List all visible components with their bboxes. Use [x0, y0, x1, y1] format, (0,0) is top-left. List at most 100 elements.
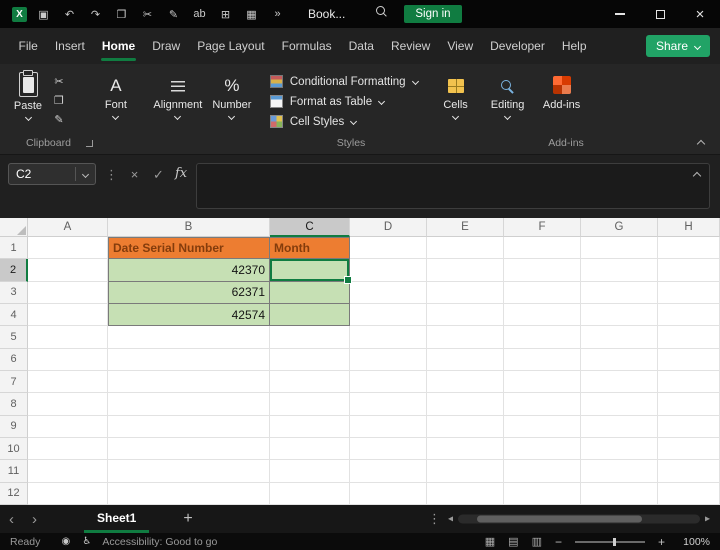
cut-icon[interactable]: ✂	[141, 8, 154, 21]
formula-input[interactable]	[196, 163, 710, 209]
cell-F12[interactable]	[504, 482, 581, 505]
cell-H5[interactable]	[658, 326, 720, 349]
cell-C11[interactable]	[270, 460, 350, 483]
menu-review[interactable]: Review	[382, 28, 438, 64]
cell-F6[interactable]	[504, 348, 581, 371]
cell-D12[interactable]	[350, 482, 427, 505]
next-sheet-icon[interactable]: ›	[23, 511, 46, 528]
cell-styles-button[interactable]: Cell Styles	[269, 115, 418, 128]
cell-H3[interactable]	[658, 281, 720, 304]
cell-F10[interactable]	[504, 437, 581, 461]
page-layout-view-icon[interactable]: ▤	[508, 535, 518, 548]
column-header-F[interactable]: F	[504, 218, 581, 237]
cell-D11[interactable]	[350, 460, 427, 483]
font-group-button[interactable]: A Font	[90, 72, 142, 121]
row-header-1[interactable]: 1	[0, 237, 28, 260]
zoom-in-button[interactable]: +	[658, 535, 665, 549]
excel-logo-icon[interactable]: X	[12, 6, 27, 22]
cell-D5[interactable]	[350, 326, 427, 349]
zoom-out-button[interactable]: −	[555, 535, 562, 549]
menu-home[interactable]: Home	[93, 28, 143, 64]
cell-E7[interactable]	[427, 370, 504, 394]
cell-A3[interactable]	[28, 281, 108, 304]
cell-C6[interactable]	[270, 348, 350, 371]
cell-A6[interactable]	[28, 348, 108, 371]
cell-E12[interactable]	[427, 482, 504, 505]
normal-view-icon[interactable]: ▦	[485, 535, 495, 548]
cell-A4[interactable]	[28, 303, 108, 327]
cell-H12[interactable]	[658, 482, 720, 505]
search-icon[interactable]	[375, 5, 388, 23]
menu-insert[interactable]: Insert	[46, 28, 93, 64]
collapse-ribbon-icon[interactable]	[696, 139, 706, 149]
cell-A11[interactable]	[28, 460, 108, 483]
more-commands-icon[interactable]: »	[271, 8, 284, 20]
zoom-slider[interactable]	[574, 537, 645, 546]
cell-D2[interactable]	[350, 259, 427, 282]
cell-E10[interactable]	[427, 437, 504, 461]
underline-icon[interactable]: ab	[193, 8, 206, 20]
sheet-options-icon[interactable]: ⋮	[428, 511, 441, 527]
zoom-slider-thumb[interactable]	[613, 537, 617, 546]
accessibility-icon[interactable]: ♿	[80, 536, 93, 547]
cell-C9[interactable]	[270, 415, 350, 438]
menu-developer[interactable]: Developer	[482, 28, 554, 64]
cell-C5[interactable]	[270, 326, 350, 349]
cell-B4[interactable]: 42574	[108, 303, 270, 327]
name-box[interactable]: C2	[8, 163, 96, 185]
cell-C8[interactable]	[270, 393, 350, 416]
row-header-11[interactable]: 11	[0, 460, 28, 483]
cell-G4[interactable]	[581, 303, 658, 327]
conditional-formatting-button[interactable]: Conditional Formatting	[269, 75, 419, 88]
borders-icon[interactable]: ⊞	[219, 8, 232, 21]
cell-A8[interactable]	[28, 393, 108, 416]
cell-C12[interactable]	[270, 482, 350, 505]
column-header-D[interactable]: D	[350, 218, 427, 237]
cell-E11[interactable]	[427, 460, 504, 483]
cell-E1[interactable]	[427, 237, 504, 260]
cell-D10[interactable]	[350, 437, 427, 461]
cell-E8[interactable]	[427, 393, 504, 416]
cell-F2[interactable]	[504, 259, 581, 282]
format-as-table-button[interactable]: Format as Table	[269, 95, 418, 108]
scroll-left-icon[interactable]: ◂	[448, 514, 453, 525]
cell-D4[interactable]	[350, 303, 427, 327]
column-header-B[interactable]: B	[108, 218, 270, 237]
format-painter-icon[interactable]: ✎	[54, 113, 63, 126]
cell-E3[interactable]	[427, 281, 504, 304]
cell-B10[interactable]	[108, 437, 270, 461]
cell-E6[interactable]	[427, 348, 504, 371]
cell-B1[interactable]: Date Serial Number	[108, 237, 270, 260]
cell-F7[interactable]	[504, 370, 581, 394]
scroll-right-icon[interactable]: ▸	[705, 514, 710, 525]
cell-H4[interactable]	[658, 303, 720, 327]
cell-F1[interactable]	[504, 237, 581, 260]
accessibility-status[interactable]: Accessibility: Good to go	[102, 536, 217, 548]
add-sheet-button[interactable]: +	[183, 510, 192, 528]
page-break-view-icon[interactable]: ▥	[532, 535, 542, 548]
row-header-10[interactable]: 10	[0, 437, 28, 461]
cell-A7[interactable]	[28, 370, 108, 394]
draw-icon[interactable]: ✎	[167, 8, 180, 21]
clipboard-dialog-launcher-icon[interactable]	[86, 140, 93, 147]
save-icon[interactable]: ▣	[37, 8, 50, 21]
insert-function-icon[interactable]: fx	[175, 166, 187, 181]
add-ins-button[interactable]: Add-ins	[536, 72, 588, 111]
cell-G2[interactable]	[581, 259, 658, 282]
paste-icon[interactable]: ❐	[115, 8, 128, 21]
cell-G11[interactable]	[581, 460, 658, 483]
column-header-G[interactable]: G	[581, 218, 658, 237]
row-header-8[interactable]: 8	[0, 393, 28, 416]
cell-F11[interactable]	[504, 460, 581, 483]
undo-icon[interactable]: ↶	[63, 8, 76, 21]
formula-bar-menu-icon[interactable]: ⋮	[105, 167, 118, 183]
number-group-button[interactable]: % Number	[206, 72, 258, 121]
editing-group-button[interactable]: Editing	[482, 72, 534, 121]
macro-record-icon[interactable]: ◉	[59, 536, 72, 547]
enter-icon[interactable]: ✓	[151, 167, 166, 183]
column-header-E[interactable]: E	[427, 218, 504, 237]
cell-H10[interactable]	[658, 437, 720, 461]
column-header-H[interactable]: H	[658, 218, 720, 237]
cell-G1[interactable]	[581, 237, 658, 260]
cell-B11[interactable]	[108, 460, 270, 483]
